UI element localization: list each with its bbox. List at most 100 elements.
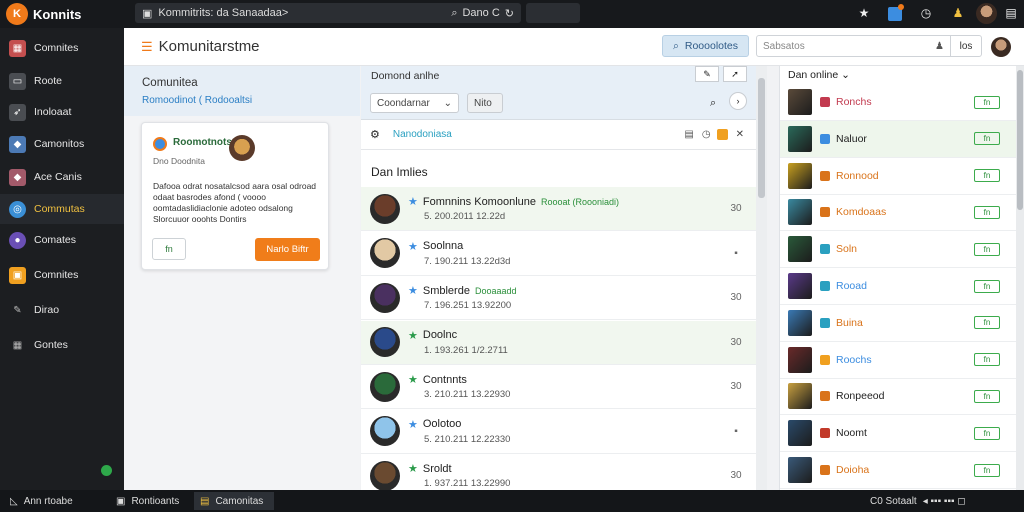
friend-name[interactable]: Doioha: [836, 464, 869, 476]
sidebar-item-commutas[interactable]: ◎ Commutas: [0, 194, 124, 224]
sidebar-item-roote[interactable]: ▭ Roote: [0, 66, 124, 96]
sidebar-item-camonitos[interactable]: ◆ Camonitos: [0, 129, 124, 159]
community-link[interactable]: Romoodinot ( Rodooaltsi: [142, 95, 252, 106]
table-row[interactable]: ★ Smblerde Dooaaadd 7. 196.251 13.92200 …: [361, 276, 756, 320]
friend-row[interactable]: Soln fn: [780, 231, 1020, 269]
friend-row[interactable]: Doioha fn: [780, 452, 1020, 489]
friend-row[interactable]: Roochs fn: [780, 342, 1020, 379]
table-row[interactable]: ★ Contnnts 3. 210.211 13.22930 30: [361, 365, 756, 409]
sidebar-item-comnites[interactable]: ▦ Comnites: [0, 33, 124, 63]
settings-icon[interactable]: ⚙: [370, 128, 380, 141]
row-action[interactable]: ▪: [716, 426, 756, 437]
avatar[interactable]: [991, 37, 1011, 57]
row-action[interactable]: 30: [716, 337, 756, 348]
card-secondary-button[interactable]: fn: [152, 238, 186, 260]
avatar[interactable]: [370, 327, 400, 357]
search-button[interactable]: los: [951, 41, 981, 52]
table-row[interactable]: ★ Soolnna 7. 190.211 13.22d3d ▪: [361, 232, 756, 276]
sidebar-item-inoloaat[interactable]: ➶ Inoloaat: [0, 97, 124, 127]
friend-avatar[interactable]: [788, 199, 812, 226]
friend-row[interactable]: Ronchs fn: [780, 84, 1020, 121]
avatar[interactable]: [370, 193, 400, 224]
header-action-button[interactable]: ⌕ Roooolotes: [662, 35, 749, 57]
friend-name[interactable]: Ronchs: [836, 96, 872, 108]
taskbar-item[interactable]: ▣ Rontioants: [110, 492, 185, 510]
sidebar-item-comates[interactable]: ● Comates: [0, 225, 124, 255]
friend-action-button[interactable]: fn: [974, 353, 1000, 367]
row-name[interactable]: Contnnts: [423, 374, 467, 386]
star-icon[interactable]: ★: [408, 195, 418, 208]
friend-action-button[interactable]: fn: [974, 279, 1000, 293]
friend-name[interactable]: Buina: [836, 317, 863, 329]
star-icon[interactable]: ★: [408, 240, 418, 253]
next-arrow-icon[interactable]: ›: [729, 92, 747, 110]
badge-icon[interactable]: [716, 129, 728, 140]
app-logo[interactable]: K Konnits: [6, 3, 81, 25]
friend-action-button[interactable]: fn: [974, 205, 1000, 219]
row-name[interactable]: Doolnc: [423, 329, 457, 341]
friend-row[interactable]: Noomt fn: [780, 415, 1020, 453]
sort-select[interactable]: Coondarnar ⌄: [370, 93, 459, 113]
friend-avatar[interactable]: [788, 236, 812, 263]
sidebar-item-dirao[interactable]: ✎ Dirao: [0, 295, 124, 325]
friend-action-button[interactable]: fn: [974, 132, 1000, 146]
pin-icon[interactable]: ✎: [695, 66, 719, 82]
row-name[interactable]: Soolnna: [423, 240, 463, 252]
main-scrollbar[interactable]: [756, 66, 767, 490]
arrow-icon[interactable]: ➚: [723, 66, 747, 82]
row-action[interactable]: ▪: [716, 248, 756, 259]
star-icon[interactable]: ★: [856, 5, 872, 21]
friend-avatar[interactable]: [788, 89, 812, 115]
row-name[interactable]: Smblerde: [423, 285, 470, 297]
tray-status[interactable]: C0 Sotaalt ◂ ▪▪▪ ▪▪▪ ◻: [864, 492, 972, 510]
friend-name[interactable]: Soln: [836, 243, 857, 255]
search-icon[interactable]: ⌕: [710, 97, 716, 110]
online-heading[interactable]: Dan online ⌄: [788, 69, 850, 81]
friend-avatar[interactable]: [788, 457, 812, 483]
friend-avatar[interactable]: [788, 273, 812, 299]
friend-name[interactable]: Komdoaas: [836, 206, 886, 218]
clock-icon[interactable]: ◷: [702, 129, 711, 140]
friend-name[interactable]: Ronpeeod: [836, 390, 884, 402]
filter-button[interactable]: Nito: [467, 93, 503, 113]
friend-row[interactable]: Naluor fn: [780, 120, 1020, 158]
friend-name[interactable]: Naluor: [836, 133, 867, 145]
refresh-icon[interactable]: ↻: [505, 7, 514, 20]
avatar[interactable]: [370, 282, 400, 313]
card-title[interactable]: Roomotnots: [173, 137, 232, 148]
row-action[interactable]: 30: [716, 470, 756, 481]
list-icon[interactable]: ▤: [684, 129, 693, 140]
menu-icon[interactable]: ☰: [141, 39, 153, 55]
friend-row[interactable]: Komdoaas fn: [780, 194, 1020, 232]
star-icon[interactable]: ★: [408, 373, 418, 386]
friend-name[interactable]: Rooad: [836, 280, 867, 292]
avatar[interactable]: [370, 416, 400, 446]
friend-action-button[interactable]: fn: [974, 426, 1000, 440]
friend-action-button[interactable]: fn: [974, 463, 1000, 477]
table-row[interactable]: ★ Oolotoo 5. 210.211 12.22330 ▪: [361, 410, 756, 454]
right-scrollbar[interactable]: [1016, 66, 1024, 490]
friend-name[interactable]: Noomt: [836, 427, 867, 439]
top-extra-box[interactable]: [526, 3, 580, 23]
friend-name[interactable]: Roochs: [836, 354, 872, 366]
friend-action-button[interactable]: fn: [974, 95, 1000, 109]
friend-avatar[interactable]: [788, 383, 812, 410]
taskbar-item[interactable]: ◺ Ann rtoabe: [4, 492, 79, 510]
clock-icon[interactable]: ◷: [918, 5, 934, 21]
friend-avatar[interactable]: [788, 162, 812, 189]
sidebar-item-comnites-2[interactable]: ▣ Comnites: [0, 260, 124, 290]
friend-avatar[interactable]: [788, 309, 812, 336]
table-row[interactable]: ★ Doolnc 1. 193.261 1/2.2711 30: [361, 320, 756, 365]
star-icon[interactable]: ★: [408, 329, 418, 342]
friend-action-button[interactable]: fn: [974, 389, 1000, 403]
sidebar-item-ace-canis[interactable]: ◆ Ace Canis: [0, 162, 124, 192]
star-icon[interactable]: ★: [408, 284, 418, 297]
friend-avatar[interactable]: [788, 420, 812, 447]
search-input[interactable]: Sabsatos: [757, 41, 935, 52]
card-primary-button[interactable]: Narlo Biftr: [255, 238, 320, 261]
friend-avatar[interactable]: [788, 125, 812, 152]
friend-action-button[interactable]: fn: [974, 169, 1000, 183]
row-action[interactable]: 30: [716, 292, 756, 303]
star-icon[interactable]: ★: [408, 418, 418, 431]
friend-row[interactable]: Ronpeeod fn: [780, 378, 1020, 416]
